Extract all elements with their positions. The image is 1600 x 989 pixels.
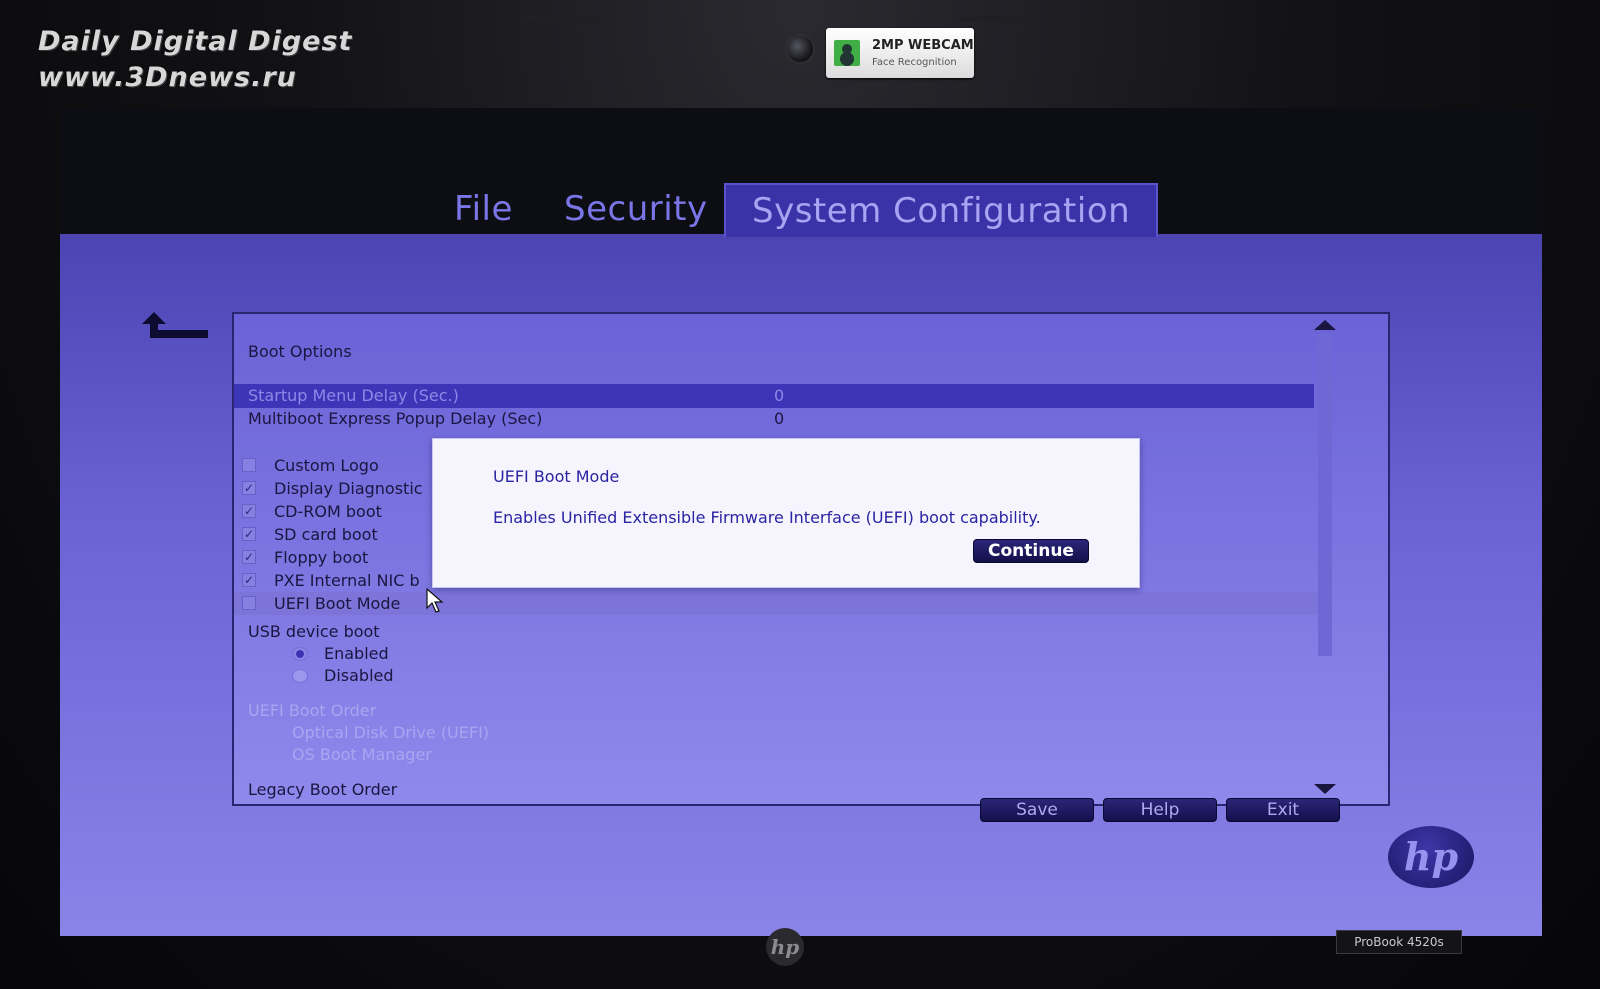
checkmark-icon[interactable]: ✓: [242, 481, 256, 495]
checkmark-icon[interactable]: ✓: [242, 527, 256, 541]
checkbox-label: PXE Internal NIC b: [274, 571, 420, 590]
checkbox-label: CD-ROM boot: [274, 502, 382, 521]
uefi-boot-order-item[interactable]: OS Boot Manager: [234, 743, 1314, 767]
tab-bar: File Security System Configuration: [60, 183, 1542, 237]
save-button[interactable]: Save: [980, 798, 1094, 822]
checkbox-label: Floppy boot: [274, 548, 369, 567]
scroll-down-icon[interactable]: [1314, 784, 1336, 794]
scroll-thumb[interactable]: [1318, 334, 1332, 656]
hp-logo-icon: hp: [1388, 826, 1474, 888]
watermark-line2: www.3Dnews.ru: [38, 62, 297, 93]
checkmark-icon[interactable]: ✓: [242, 573, 256, 587]
checkbox[interactable]: [242, 596, 256, 610]
watermark: Daily Digital Digest www.3Dnews.ru: [38, 24, 352, 96]
startup-menu-delay-row[interactable]: Startup Menu Delay (Sec.) 0: [234, 384, 1314, 408]
tab-security[interactable]: Security: [564, 183, 708, 235]
multiboot-delay-row[interactable]: Multiboot Express Popup Delay (Sec) 0: [234, 407, 1314, 431]
checkmark-icon[interactable]: ✓: [242, 504, 256, 518]
mouse-cursor-icon: [426, 588, 444, 613]
row-label: Startup Menu Delay (Sec.): [248, 386, 459, 405]
dialog-title: UEFI Boot Mode: [493, 467, 620, 486]
tab-system-configuration[interactable]: System Configuration: [724, 183, 1159, 237]
person-icon: [834, 40, 860, 66]
scroll-up-icon[interactable]: [1314, 320, 1336, 330]
section-label: UEFI Boot Order: [248, 701, 377, 720]
webcam-sticker: 2MP WEBCAM Face Recognition: [826, 28, 974, 78]
checkbox-label: Display Diagnostic: [274, 479, 423, 498]
radio-button[interactable]: [292, 669, 308, 683]
radio-button[interactable]: [292, 647, 308, 661]
radio-label: Disabled: [324, 666, 394, 685]
checkmark-icon[interactable]: ✓: [242, 550, 256, 564]
panel-title: Boot Options: [248, 342, 352, 361]
section-label: Legacy Boot Order: [248, 780, 398, 799]
help-button[interactable]: Help: [1103, 798, 1217, 822]
section-label: USB device boot: [248, 622, 380, 641]
back-arrow-icon[interactable]: [138, 308, 212, 344]
laptop-bezel: Daily Digital Digest www.3Dnews.ru 2MP W…: [0, 0, 1600, 989]
tab-file[interactable]: File: [454, 183, 513, 235]
webcam-title: 2MP WEBCAM: [872, 38, 974, 53]
bezel-hp-logo-icon: hp: [766, 928, 804, 966]
uefi-boot-order-item[interactable]: Optical Disk Drive (UEFI): [234, 721, 1314, 745]
webcam-lens-icon: [785, 34, 815, 64]
scrollbar[interactable]: [1312, 316, 1336, 804]
checkbox-uefi-boot-mode[interactable]: UEFI Boot Mode: [234, 592, 1322, 615]
watermark-line1: Daily Digital Digest: [38, 26, 353, 57]
checkbox-label: SD card boot: [274, 525, 378, 544]
checkbox[interactable]: [242, 458, 256, 472]
uefi-boot-order-label: UEFI Boot Order: [234, 699, 1314, 723]
list-item: Optical Disk Drive (UEFI): [292, 723, 490, 742]
bezel-detail: [960, 16, 1040, 22]
webcam-subtitle: Face Recognition: [872, 57, 957, 68]
bios-screen: File Security System Configuration Boot …: [60, 108, 1542, 936]
radio-label: Enabled: [324, 644, 389, 663]
checkbox-label: Custom Logo: [274, 456, 379, 475]
usb-device-boot-label: USB device boot: [234, 620, 1314, 644]
uefi-info-dialog: UEFI Boot Mode Enables Unified Extensibl…: [432, 438, 1140, 588]
model-badge: ProBook 4520s: [1336, 930, 1462, 954]
list-item: OS Boot Manager: [292, 745, 432, 764]
row-value: 0: [774, 409, 785, 428]
dialog-body: Enables Unified Extensible Firmware Inte…: [493, 508, 1041, 527]
row-value: 0: [774, 386, 785, 405]
checkbox-label: UEFI Boot Mode: [274, 594, 401, 613]
exit-button[interactable]: Exit: [1226, 798, 1340, 822]
continue-button[interactable]: Continue: [973, 539, 1089, 563]
bezel-detail: [520, 16, 600, 22]
row-label: Multiboot Express Popup Delay (Sec): [248, 409, 543, 428]
